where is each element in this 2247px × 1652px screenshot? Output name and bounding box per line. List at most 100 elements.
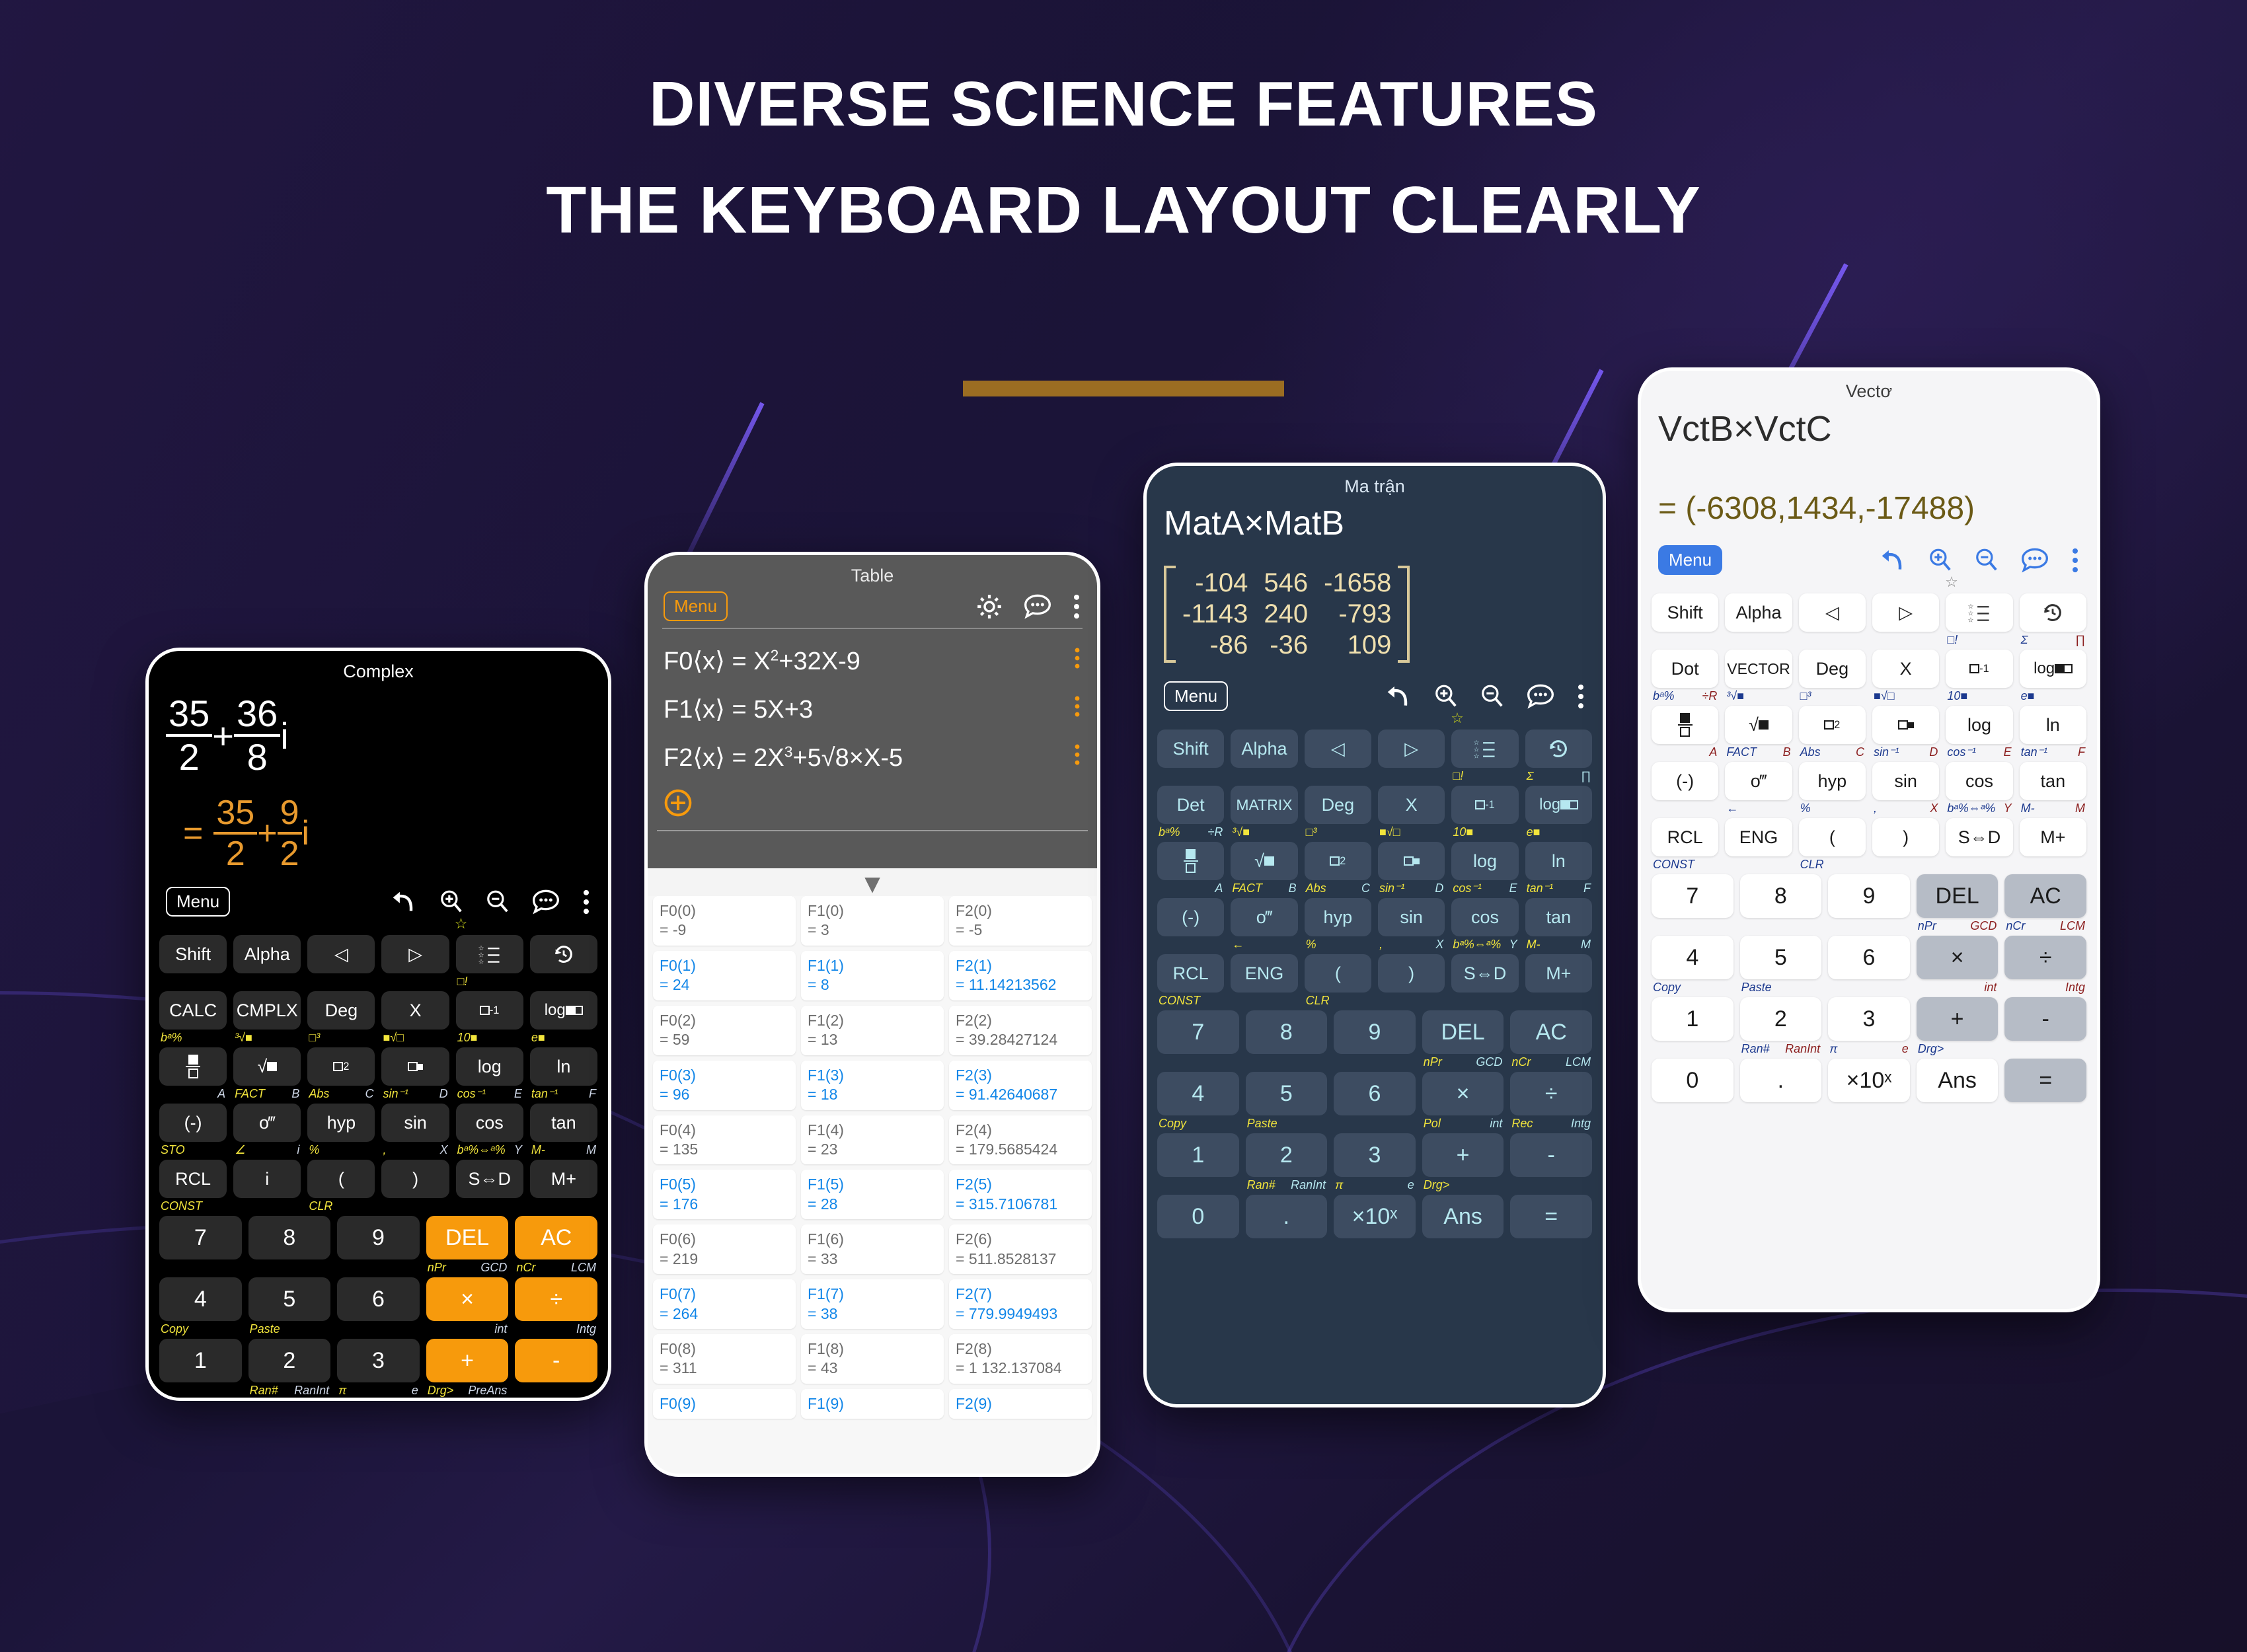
key-eng[interactable]: ENG (1231, 954, 1298, 993)
key-8[interactable]: 8 (248, 1216, 331, 1259)
key-2[interactable]: 2 (1739, 997, 1822, 1041)
matrix-menu-button[interactable]: Menu (1164, 681, 1229, 711)
key-inverse[interactable]: -1 (455, 991, 523, 1030)
zoom-in-icon[interactable] (1433, 684, 1459, 709)
key-m-plus[interactable]: M+ (2019, 818, 2086, 856)
key-close-paren[interactable]: ) (1378, 954, 1445, 993)
key-deg[interactable]: Deg (1798, 650, 1866, 688)
key-log-base[interactable]: log (529, 991, 597, 1030)
key-right-arrow[interactable]: ▷ (381, 935, 449, 973)
key-ans[interactable]: Ans (1916, 1059, 1999, 1102)
comment-icon[interactable] (1526, 683, 1555, 710)
key-dot[interactable]: Dot (1652, 650, 1719, 688)
key-4[interactable]: 4 (159, 1277, 242, 1321)
key-minus[interactable]: - (1510, 1133, 1592, 1177)
undo-icon[interactable] (1878, 549, 1907, 572)
key-sin[interactable]: sin (1378, 898, 1445, 936)
key-calc[interactable]: CALC (159, 991, 227, 1030)
key-right-arrow[interactable]: ▷ (1378, 730, 1445, 768)
key-left-arrow[interactable]: ◁ (1304, 730, 1371, 768)
key-5[interactable]: 5 (1739, 936, 1822, 979)
key-3[interactable]: 3 (1334, 1133, 1416, 1177)
key-open-paren[interactable]: ( (1304, 954, 1371, 993)
zoom-out-icon[interactable] (1974, 548, 1999, 573)
key-1[interactable]: 1 (159, 1339, 242, 1382)
key-ac[interactable]: AC (1510, 1010, 1592, 1054)
key-shift[interactable]: Shift (159, 935, 227, 973)
key-log[interactable]: log (1946, 706, 2013, 744)
key-right-arrow[interactable]: ▷ (1872, 593, 1940, 632)
key-fraction[interactable] (1652, 706, 1719, 744)
key-cos[interactable]: cos (1946, 762, 2013, 800)
key-sqrt[interactable]: √ (1725, 706, 1792, 744)
complex-menu-button[interactable]: Menu (166, 887, 231, 917)
key-exp10[interactable]: ×10ˣ (337, 1400, 420, 1401)
key-hyp[interactable]: hyp (1798, 762, 1866, 800)
key-ln[interactable]: ln (2019, 706, 2086, 744)
key-decimal[interactable]: . (1739, 1059, 1822, 1102)
table-menu-button[interactable]: Menu (664, 591, 728, 621)
key-ln[interactable]: ln (529, 1047, 597, 1086)
table-function-row[interactable]: F0⟨x⟩ = X2+32X-9 (648, 637, 1097, 685)
key-ans[interactable]: Ans (1422, 1195, 1504, 1238)
plus-circle-icon[interactable] (664, 789, 693, 820)
key-power[interactable] (1378, 842, 1445, 880)
more-vertical-icon[interactable] (2071, 547, 2080, 574)
key-alpha[interactable]: Alpha (233, 935, 301, 973)
key-shift[interactable]: Shift (1157, 730, 1225, 768)
key-6[interactable]: 6 (1334, 1072, 1416, 1115)
comment-icon[interactable] (531, 889, 560, 915)
undo-icon[interactable] (389, 891, 418, 913)
key-7[interactable]: 7 (1652, 874, 1733, 918)
key-tan[interactable]: tan (529, 1104, 597, 1142)
key-open-paren[interactable]: ( (307, 1160, 375, 1198)
key-inverse[interactable]: -1 (1946, 650, 2013, 688)
key-log[interactable]: log (455, 1047, 523, 1086)
key-equals[interactable]: = (1510, 1195, 1592, 1238)
key-del[interactable]: DEL (426, 1216, 509, 1259)
key-tan[interactable]: tan (1525, 898, 1592, 936)
key-alpha[interactable]: Alpha (1725, 593, 1792, 632)
key-power[interactable] (381, 1047, 449, 1086)
key-rcl[interactable]: RCL (159, 1160, 227, 1198)
key-plus[interactable]: + (426, 1339, 509, 1382)
zoom-out-icon[interactable] (485, 889, 510, 915)
key-del[interactable]: DEL (1422, 1010, 1504, 1054)
key-shift[interactable]: Shift (1652, 593, 1719, 632)
key-left-arrow[interactable]: ◁ (307, 935, 375, 973)
key-0[interactable]: 0 (1652, 1059, 1733, 1102)
key-5[interactable]: 5 (1245, 1072, 1328, 1115)
key-8[interactable]: 8 (1245, 1010, 1328, 1054)
key-deg[interactable]: Deg (1304, 786, 1371, 824)
key-exp10[interactable]: ×10ˣ (1828, 1059, 1910, 1102)
favorites-list-icon[interactable]: ☆ ☆ ☆ (1946, 593, 2013, 632)
key-8[interactable]: 8 (1739, 874, 1822, 918)
key-2[interactable]: 2 (248, 1339, 331, 1382)
key-del[interactable]: DEL (1916, 874, 1999, 918)
zoom-in-icon[interactable] (1928, 548, 1953, 573)
key-7[interactable]: 7 (159, 1216, 242, 1259)
key-exp10[interactable]: ×10ˣ (1334, 1195, 1416, 1238)
key-divide[interactable]: ÷ (2004, 936, 2086, 979)
more-vertical-icon[interactable] (1072, 593, 1081, 620)
key-plus[interactable]: + (1422, 1133, 1504, 1177)
key-m-plus[interactable]: M+ (529, 1160, 597, 1198)
key-sin[interactable]: sin (1872, 762, 1940, 800)
history-icon[interactable] (1525, 730, 1592, 768)
more-vertical-icon[interactable] (1576, 683, 1585, 710)
key-9[interactable]: 9 (1828, 874, 1910, 918)
key-multiply[interactable]: × (1422, 1072, 1504, 1115)
key-9[interactable]: 9 (337, 1216, 420, 1259)
expand-caret-icon[interactable]: ▼ (648, 868, 1097, 897)
key-degree-minute-second[interactable]: o‴ (233, 1104, 301, 1142)
key-4[interactable]: 4 (1652, 936, 1733, 979)
key-1[interactable]: 1 (1157, 1133, 1239, 1177)
key-s-to-d[interactable]: S⇔D (1946, 818, 2013, 856)
key-x[interactable]: X (1872, 650, 1940, 688)
key-negate[interactable]: (-) (1652, 762, 1719, 800)
key-square[interactable]: 2 (1304, 842, 1371, 880)
more-vertical-icon[interactable] (1073, 695, 1081, 724)
key-sqrt[interactable]: √ (1231, 842, 1298, 880)
history-icon[interactable] (529, 935, 597, 973)
key-alpha[interactable]: Alpha (1231, 730, 1298, 768)
